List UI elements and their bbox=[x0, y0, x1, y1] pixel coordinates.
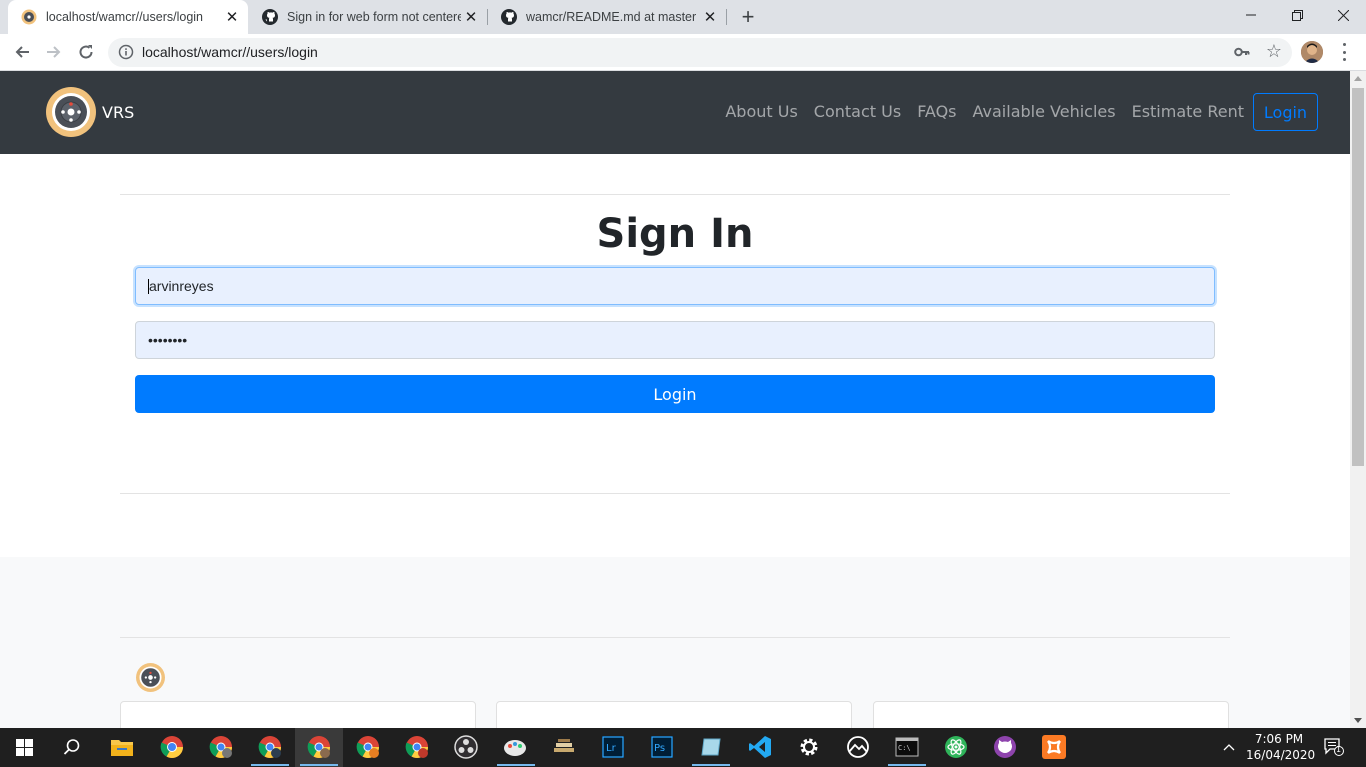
reload-icon[interactable] bbox=[71, 37, 101, 67]
photoshop-icon[interactable]: Ps bbox=[649, 734, 675, 760]
svg-text:C:\: C:\ bbox=[898, 744, 911, 752]
page-viewport: VRS About Us Contact Us FAQs Available V… bbox=[0, 71, 1350, 728]
footer-card bbox=[120, 701, 476, 728]
notes-app-icon[interactable] bbox=[698, 734, 724, 760]
key-icon[interactable] bbox=[1234, 45, 1250, 64]
site-navbar: VRS About Us Contact Us FAQs Available V… bbox=[0, 71, 1350, 154]
chrome-profile-icon[interactable] bbox=[257, 734, 283, 760]
profile-avatar[interactable] bbox=[1301, 41, 1323, 63]
browser-tab[interactable]: Sign in for web form not centered ✕ bbox=[249, 0, 487, 34]
clock-date: 16/04/2020 bbox=[1246, 748, 1316, 762]
divider bbox=[120, 194, 1230, 195]
scroll-up-arrow-icon[interactable] bbox=[1354, 76, 1362, 81]
footer-card bbox=[496, 701, 852, 728]
nav-link-estimate[interactable]: Estimate Rent bbox=[1132, 102, 1244, 121]
system-clock[interactable]: 7:06 PM 16/04/2020 bbox=[1246, 731, 1316, 763]
chrome-profile-icon[interactable] bbox=[306, 734, 332, 760]
vrs-logo-icon[interactable] bbox=[46, 87, 96, 137]
chrome-profile-icon[interactable] bbox=[208, 734, 234, 760]
chrome-profile-icon[interactable] bbox=[355, 734, 381, 760]
chevron-up-icon[interactable] bbox=[1218, 736, 1240, 758]
windows-taskbar: Lr Ps C:\ 7:06 PM 16/04/2020 1 bbox=[0, 728, 1366, 767]
tab-title: wamcr/README.md at master · jo bbox=[526, 10, 700, 24]
divider bbox=[120, 493, 1230, 494]
site-info-icon[interactable] bbox=[118, 44, 134, 60]
taskbar-running-indicator bbox=[497, 764, 535, 766]
browser-menu-icon[interactable] bbox=[1337, 43, 1351, 61]
tab-separator bbox=[726, 9, 727, 25]
tab-title: localhost/wamcr//users/login bbox=[46, 10, 204, 24]
tab-close-icon[interactable]: ✕ bbox=[222, 7, 242, 27]
xampp-icon[interactable] bbox=[1041, 734, 1067, 760]
browser-tab[interactable]: wamcr/README.md at master · jo ✕ bbox=[488, 0, 726, 34]
notification-center-icon[interactable]: 1 bbox=[1324, 738, 1344, 756]
chrome-profile-icon[interactable] bbox=[404, 734, 430, 760]
notification-count: 1 bbox=[1336, 745, 1342, 754]
taskbar-running-indicator bbox=[300, 764, 338, 766]
windows-start-icon[interactable] bbox=[11, 734, 37, 760]
new-tab-button[interactable]: + bbox=[736, 4, 760, 29]
footer-logo-icon bbox=[136, 663, 165, 692]
browser-tab-strip: localhost/wamcr//users/login ✕ Sign in f… bbox=[0, 0, 1366, 34]
password-input[interactable]: •••••••• bbox=[135, 321, 1215, 359]
photos-app-icon[interactable] bbox=[845, 734, 871, 760]
taskbar-running-indicator bbox=[251, 764, 289, 766]
tab-close-icon[interactable]: ✕ bbox=[461, 7, 481, 27]
settings-gear-icon[interactable] bbox=[796, 734, 822, 760]
nav-link-contact[interactable]: Contact Us bbox=[814, 102, 901, 121]
github-icon bbox=[262, 9, 278, 25]
scroll-thumb[interactable] bbox=[1352, 88, 1364, 466]
github-desktop-icon[interactable] bbox=[992, 734, 1018, 760]
tab-close-icon[interactable]: ✕ bbox=[700, 7, 720, 27]
browser-toolbar: localhost/wamcr//users/login ☆ bbox=[0, 34, 1366, 71]
chrome-icon[interactable] bbox=[159, 734, 185, 760]
page-scrollbar[interactable] bbox=[1350, 71, 1366, 728]
clock-time: 7:06 PM bbox=[1254, 732, 1304, 746]
lightroom-icon[interactable]: Lr bbox=[600, 734, 626, 760]
nav-link-faqs[interactable]: FAQs bbox=[917, 102, 956, 121]
svg-text:Ps: Ps bbox=[654, 743, 665, 754]
nav-links: About Us Contact Us FAQs Available Vehic… bbox=[725, 102, 1244, 121]
books-app-icon[interactable] bbox=[551, 734, 577, 760]
bookmark-star-icon[interactable]: ☆ bbox=[1266, 41, 1282, 62]
window-close-icon[interactable] bbox=[1320, 0, 1366, 30]
login-submit-button[interactable]: Login bbox=[135, 375, 1215, 413]
terminal-icon[interactable]: C:\ bbox=[894, 734, 920, 760]
taskbar-running-indicator bbox=[888, 764, 926, 766]
back-icon[interactable] bbox=[7, 37, 37, 67]
browser-tab-active[interactable]: localhost/wamcr//users/login ✕ bbox=[8, 0, 248, 34]
password-value: •••••••• bbox=[148, 332, 188, 348]
url-text: localhost/wamcr//users/login bbox=[142, 44, 318, 60]
obs-icon[interactable] bbox=[453, 734, 479, 760]
vscode-icon[interactable] bbox=[747, 734, 773, 760]
brand-name[interactable]: VRS bbox=[102, 103, 134, 122]
nav-link-vehicles[interactable]: Available Vehicles bbox=[973, 102, 1116, 121]
nav-login-button[interactable]: Login bbox=[1253, 93, 1318, 131]
file-explorer-icon[interactable] bbox=[109, 734, 135, 760]
divider bbox=[120, 637, 1230, 638]
username-input[interactable]: arvinreyes bbox=[135, 267, 1215, 305]
github-icon bbox=[501, 9, 517, 25]
nav-link-about[interactable]: About Us bbox=[725, 102, 797, 121]
tab-title: Sign in for web form not centered bbox=[287, 10, 461, 24]
taskbar-running-indicator bbox=[692, 764, 730, 766]
forward-icon[interactable] bbox=[39, 37, 69, 67]
footer-card bbox=[873, 701, 1229, 728]
search-icon[interactable] bbox=[59, 734, 85, 760]
page-title: Sign In bbox=[596, 211, 754, 257]
paint-icon[interactable] bbox=[502, 734, 528, 760]
vrs-favicon-icon bbox=[21, 9, 37, 25]
footer-section bbox=[0, 557, 1350, 728]
svg-text:Lr: Lr bbox=[606, 743, 617, 754]
minimize-icon[interactable] bbox=[1228, 0, 1274, 30]
scroll-down-arrow-icon[interactable] bbox=[1354, 718, 1362, 723]
atom-editor-icon[interactable] bbox=[943, 734, 969, 760]
restore-icon[interactable] bbox=[1274, 0, 1320, 30]
username-value: arvinreyes bbox=[149, 278, 214, 294]
address-bar[interactable]: localhost/wamcr//users/login ☆ bbox=[108, 38, 1292, 67]
